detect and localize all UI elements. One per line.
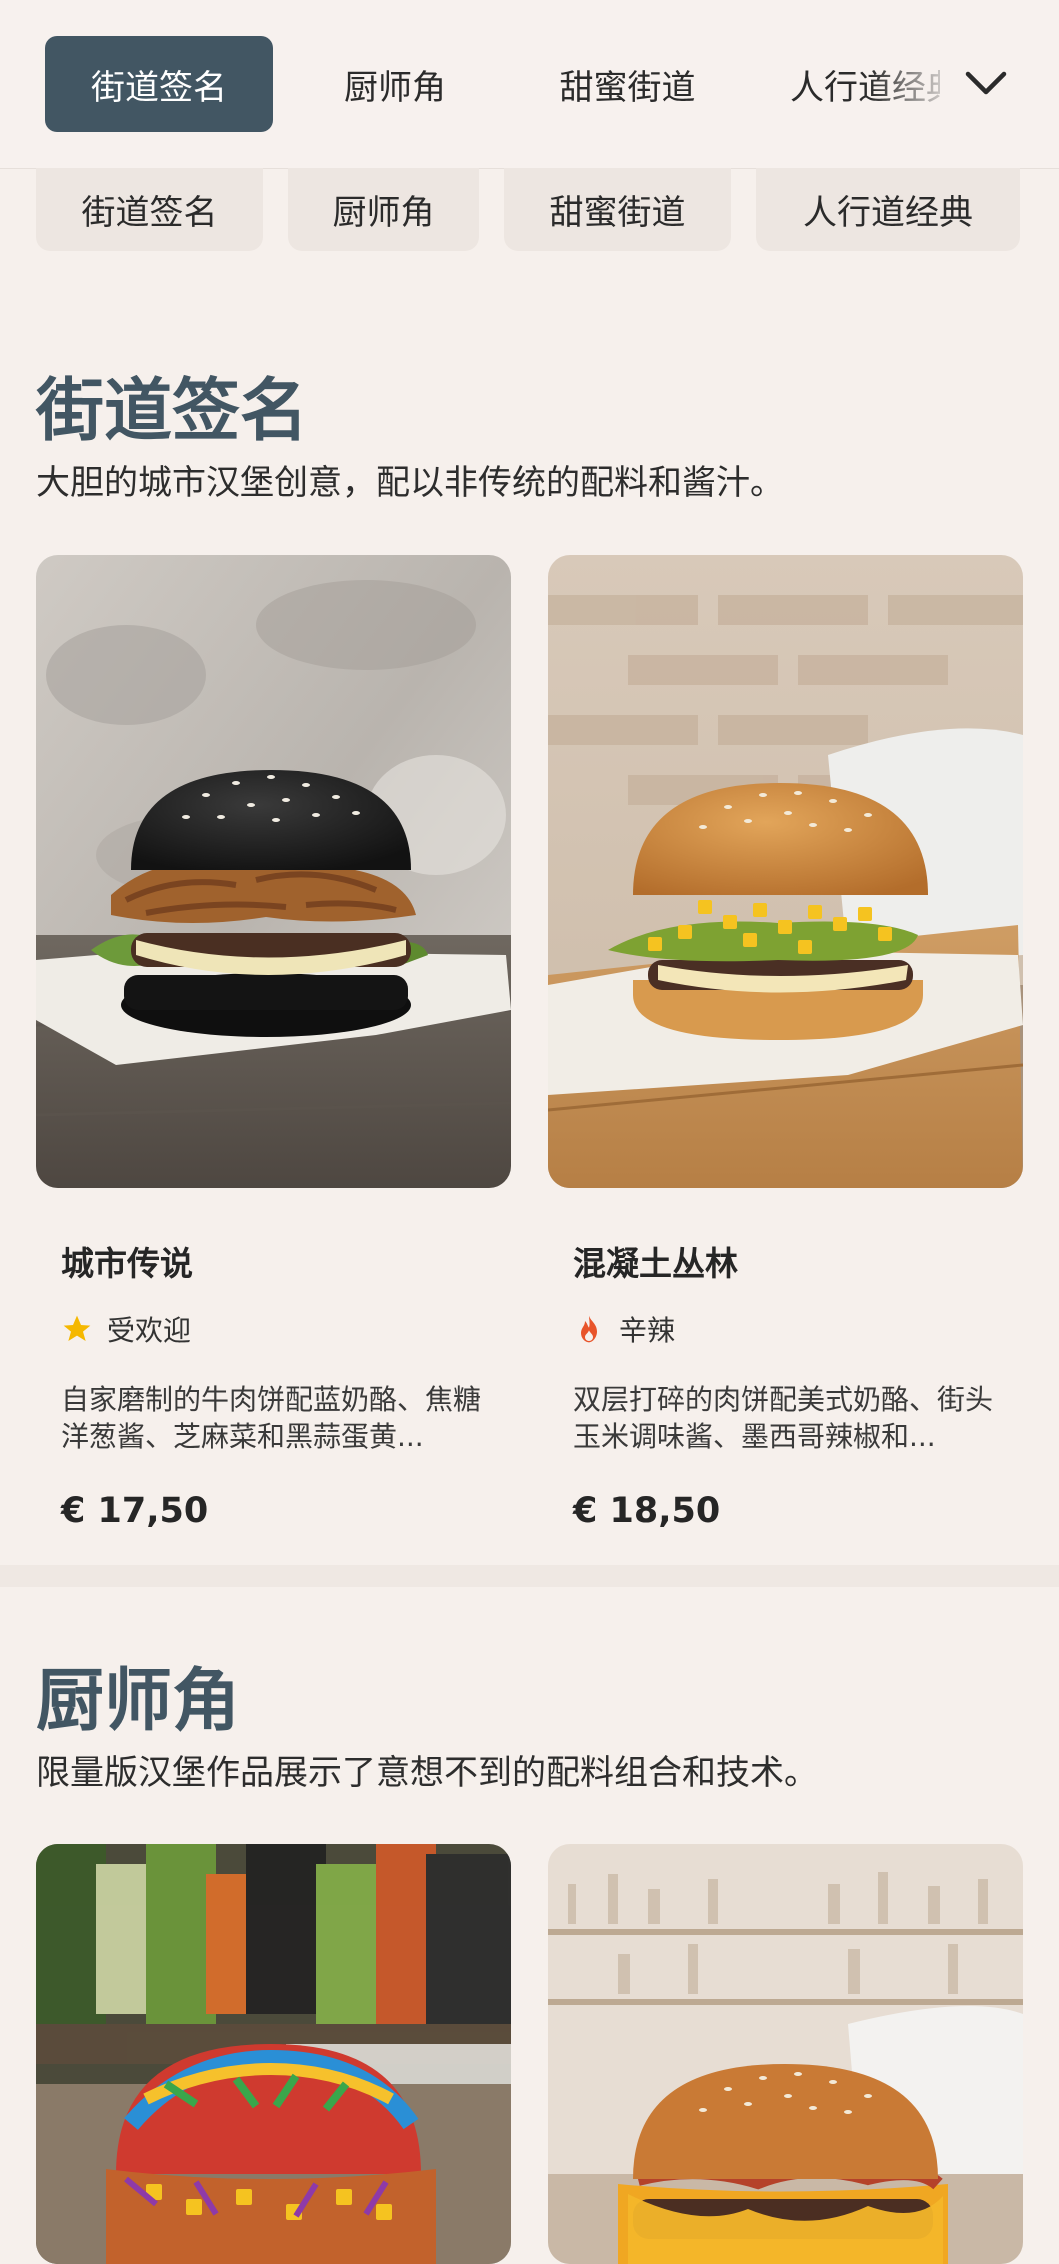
burger-image-concrete-jungle[interactable] xyxy=(548,555,1023,1188)
burger-image[interactable] xyxy=(548,1844,1023,2264)
item-description: 双层打碎的肉饼配美式奶酪、街头玉米调味酱、墨西哥辣椒和... xyxy=(573,1383,994,1453)
item-tag: 辛辣 xyxy=(573,1309,993,1349)
section-title: 街道签名 xyxy=(36,372,309,451)
star-icon xyxy=(63,1315,91,1341)
flame-icon xyxy=(581,1315,597,1343)
item-description: 自家磨制的牛肉饼配蓝奶酪、焦糖洋葱酱、芝麻菜和黑蒜蛋黄... xyxy=(61,1383,482,1453)
tab-chefs-corner[interactable]: 厨师角 xyxy=(320,36,470,132)
item-tag: 受欢迎 xyxy=(61,1309,481,1349)
chip-chefs-corner[interactable]: 厨师角 xyxy=(288,168,479,251)
section-divider xyxy=(0,1565,1059,1587)
section-description: 大胆的城市汉堡创意，配以非传统的配料和酱汁。 xyxy=(36,463,784,503)
tab-street-signature[interactable]: 街道签名 xyxy=(45,36,273,132)
item-price: € 18,50 xyxy=(573,1491,721,1531)
item-price: € 17,50 xyxy=(61,1491,209,1531)
tab-fade-overlay xyxy=(870,36,960,132)
menu-item-card[interactable]: 混凝土丛林 辛辣 双层打碎的肉饼配美式奶酪、街头玉米调味酱、墨西哥辣椒和... … xyxy=(573,1237,993,1531)
tab-sweet-street[interactable]: 甜蜜街道 xyxy=(535,36,720,132)
chevron-down-icon[interactable] xyxy=(960,58,1012,110)
item-tag-label: 辛辣 xyxy=(619,1314,676,1347)
chip-street-signature[interactable]: 街道签名 xyxy=(36,168,263,251)
item-name: 混凝土丛林 xyxy=(573,1244,738,1283)
burger-image-urban-legend[interactable] xyxy=(36,555,511,1188)
item-name: 城市传说 xyxy=(61,1244,193,1283)
section-title: 厨师角 xyxy=(36,1662,241,1741)
item-tag-label: 受欢迎 xyxy=(107,1314,192,1347)
top-navigation: 街道签名 厨师角 甜蜜街道 人行道经典 xyxy=(0,0,1059,169)
burger-image[interactable] xyxy=(36,1844,511,2264)
chip-sweet-street[interactable]: 甜蜜街道 xyxy=(504,168,731,251)
chip-sidewalk-classics[interactable]: 人行道经典 xyxy=(756,168,1020,251)
menu-item-card[interactable]: 城市传说 受欢迎 自家磨制的牛肉饼配蓝奶酪、焦糖洋葱酱、芝麻菜和黑蒜蛋黄... … xyxy=(61,1237,481,1531)
section-description: 限量版汉堡作品展示了意想不到的配料组合和技术。 xyxy=(36,1753,818,1793)
